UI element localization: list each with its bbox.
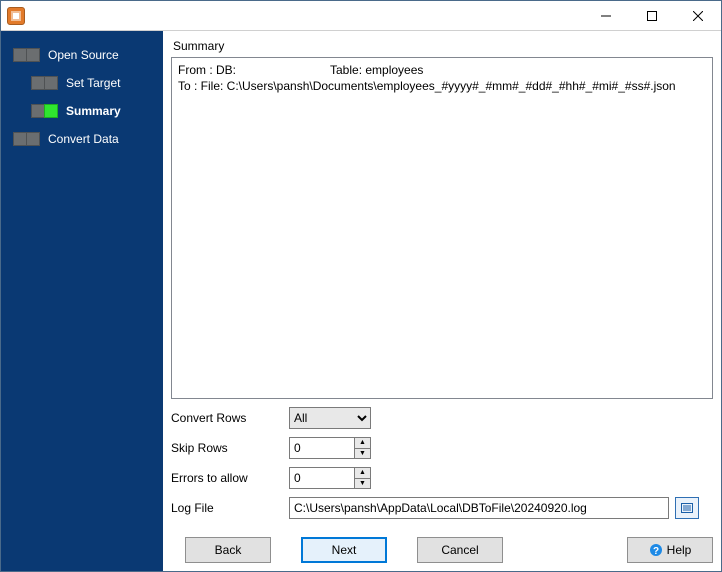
errors-stepper[interactable]: ▲ ▼: [289, 467, 371, 489]
step-open-source[interactable]: Open Source: [5, 41, 159, 69]
titlebar: [1, 1, 721, 31]
summary-heading: Summary: [171, 37, 713, 57]
step-marker-icon: [31, 76, 45, 90]
back-button[interactable]: Back: [185, 537, 271, 563]
close-button[interactable]: [675, 1, 721, 31]
convert-rows-select[interactable]: All: [289, 407, 371, 429]
button-bar: Back Next Cancel ? Help: [171, 537, 713, 563]
cancel-button[interactable]: Cancel: [417, 537, 503, 563]
summary-text: From : DB: Table: employees To : File: C…: [171, 57, 713, 399]
help-icon: ?: [649, 543, 663, 557]
svg-text:?: ?: [653, 546, 659, 557]
convert-rows-row: Convert Rows All: [171, 407, 713, 429]
main-panel: Summary From : DB: Table: employees To :…: [163, 31, 721, 571]
step-status-icon: [26, 132, 40, 146]
step-marker-icon: [31, 104, 45, 118]
log-file-row: Log File: [171, 497, 713, 519]
step-label: Set Target: [66, 76, 120, 90]
step-convert-data[interactable]: Convert Data: [5, 125, 159, 153]
skip-rows-label: Skip Rows: [171, 441, 289, 455]
step-label: Convert Data: [48, 132, 119, 146]
log-file-input[interactable]: [289, 497, 669, 519]
convert-rows-label: Convert Rows: [171, 411, 289, 425]
step-marker-icon: [13, 48, 27, 62]
step-status-icon: [44, 104, 58, 118]
step-label: Summary: [66, 104, 121, 118]
wizard-sidebar: Open Source Set Target Summary Convert D…: [1, 31, 163, 571]
errors-input[interactable]: [290, 468, 354, 488]
wizard-window: Open Source Set Target Summary Convert D…: [0, 0, 722, 572]
summary-from-table: Table: employees: [330, 62, 423, 78]
step-marker-icon: [13, 132, 27, 146]
close-icon: [693, 11, 703, 21]
summary-from-db: From : DB:: [178, 62, 330, 78]
spin-down-icon[interactable]: ▼: [355, 449, 370, 459]
spin-down-icon[interactable]: ▼: [355, 479, 370, 489]
maximize-icon: [647, 11, 657, 21]
skip-rows-input[interactable]: [290, 438, 354, 458]
step-status-icon: [26, 48, 40, 62]
skip-rows-row: Skip Rows ▲ ▼: [171, 437, 713, 459]
minimize-button[interactable]: [583, 1, 629, 31]
browse-icon: [680, 501, 694, 515]
step-label: Open Source: [48, 48, 119, 62]
log-file-label: Log File: [171, 501, 289, 515]
log-file-browse-button[interactable]: [675, 497, 699, 519]
spinner-arrows: ▲ ▼: [354, 468, 370, 488]
skip-rows-stepper[interactable]: ▲ ▼: [289, 437, 371, 459]
spin-up-icon[interactable]: ▲: [355, 468, 370, 479]
maximize-button[interactable]: [629, 1, 675, 31]
step-status-icon: [44, 76, 58, 90]
spin-up-icon[interactable]: ▲: [355, 438, 370, 449]
errors-row: Errors to allow ▲ ▼: [171, 467, 713, 489]
spinner-arrows: ▲ ▼: [354, 438, 370, 458]
minimize-icon: [601, 11, 611, 21]
errors-label: Errors to allow: [171, 471, 289, 485]
next-button[interactable]: Next: [301, 537, 387, 563]
summary-to-file: To : File: C:\Users\pansh\Documents\empl…: [178, 78, 706, 94]
app-icon: [7, 7, 25, 25]
step-summary[interactable]: Summary: [5, 97, 159, 125]
help-button[interactable]: ? Help: [627, 537, 713, 563]
step-set-target[interactable]: Set Target: [5, 69, 159, 97]
